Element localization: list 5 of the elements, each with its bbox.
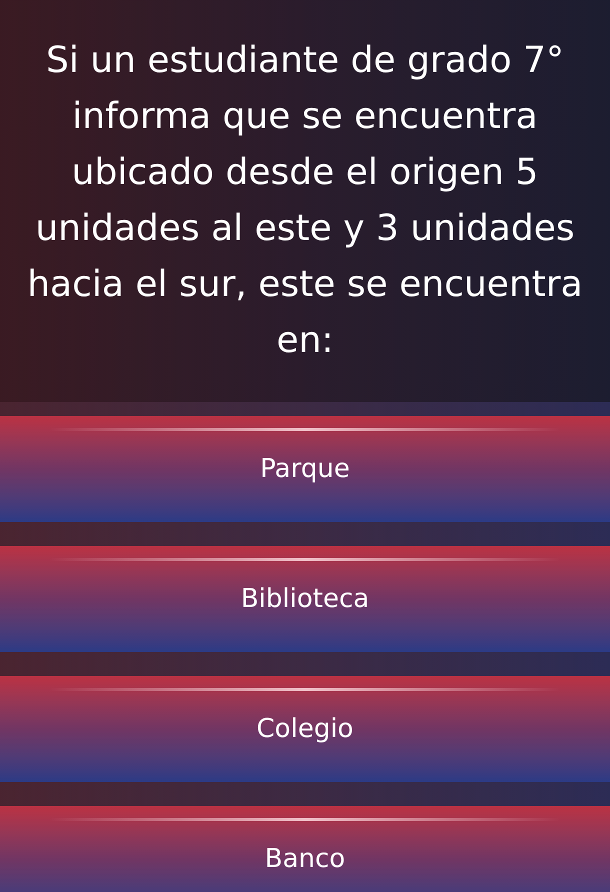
answer-button[interactable]: Colegio [0, 676, 610, 782]
answer-button[interactable]: Biblioteca [0, 546, 610, 652]
question-text: Si un estudiante de grado 7° informa que se encuentra ubicado desde el origen 5 unidades al este y 3 unidades hacia el sur, este se encuentra en: [26, 39, 584, 363]
answer-button[interactable]: Banco [0, 806, 610, 892]
answer-button[interactable]: Parque [0, 416, 610, 522]
